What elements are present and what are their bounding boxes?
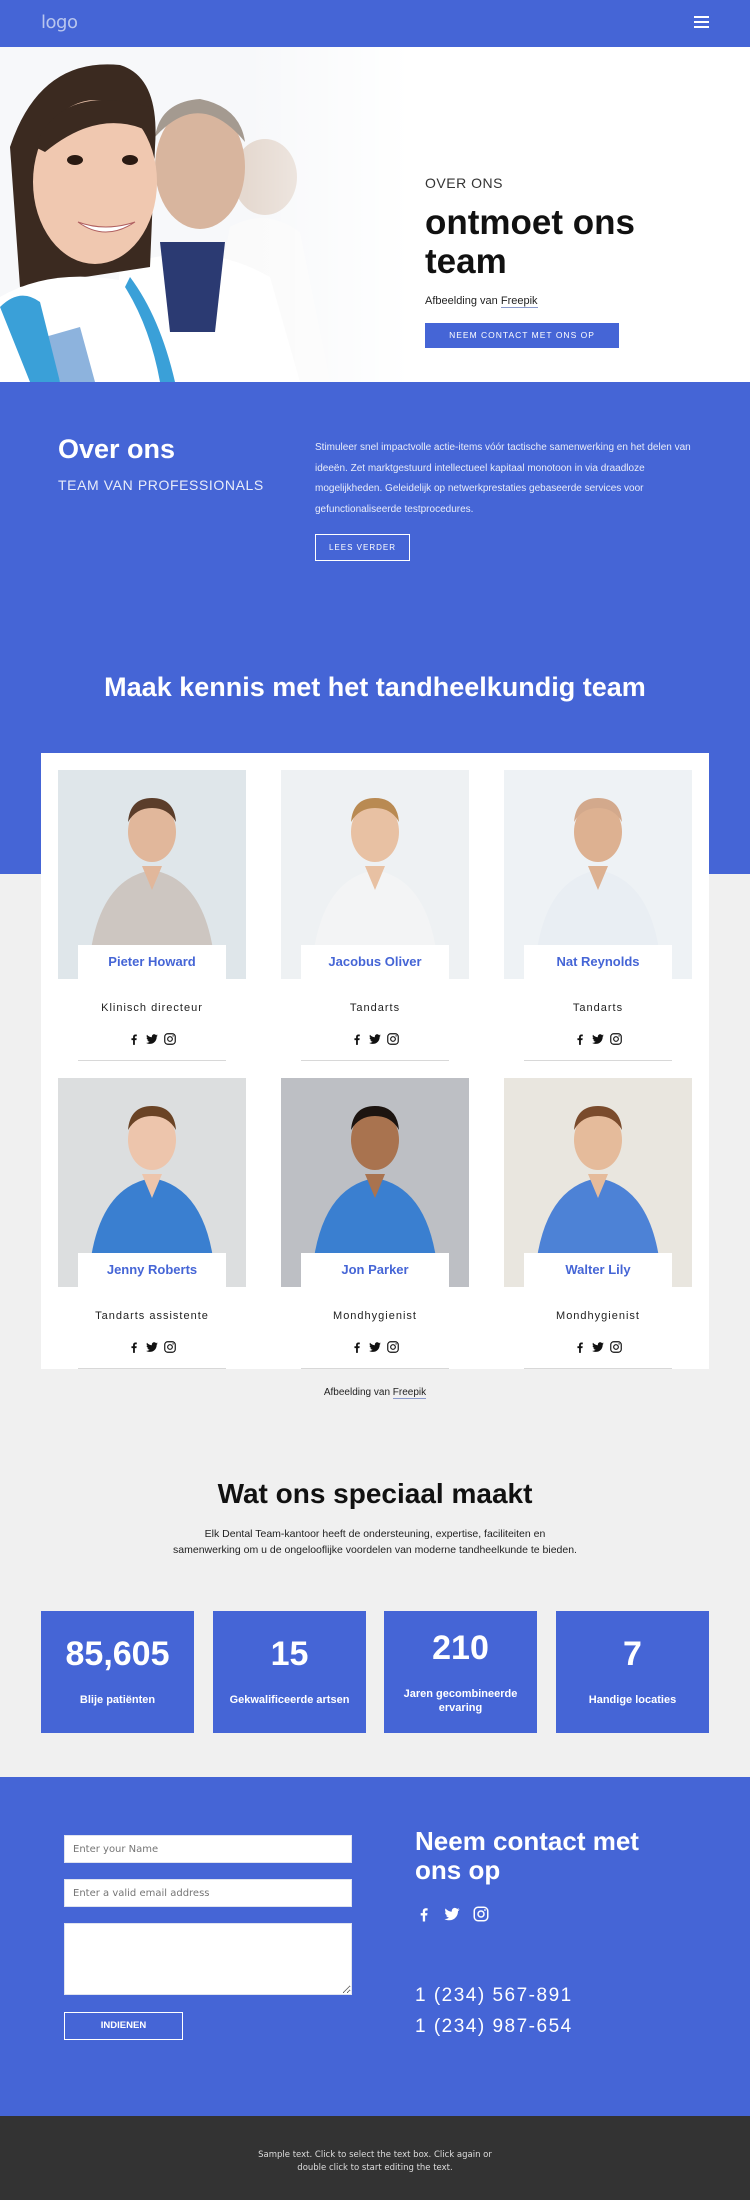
- email-input[interactable]: [64, 1879, 352, 1907]
- team-member-name: Jenny Roberts: [78, 1253, 226, 1287]
- team-image-credit: Afbeelding van Freepik: [0, 1387, 750, 1399]
- hero-title: ontmoet ons team: [425, 203, 635, 281]
- contact-us-button[interactable]: NEEM CONTACT MET ONS OP: [425, 323, 619, 348]
- instagram-icon[interactable]: [609, 1340, 623, 1354]
- hero-section: OVER ONS ontmoet ons team Afbeelding van…: [0, 47, 750, 382]
- team-member-name: Walter Lily: [524, 1253, 672, 1287]
- stat-value: 15: [270, 1635, 309, 1673]
- team-member-card: Nat Reynolds Tandarts: [504, 770, 692, 1061]
- twitter-icon[interactable]: [443, 1905, 461, 1923]
- name-input[interactable]: [64, 1835, 352, 1863]
- twitter-icon[interactable]: [145, 1032, 159, 1046]
- facebook-icon[interactable]: [573, 1340, 587, 1354]
- instagram-icon[interactable]: [609, 1032, 623, 1046]
- team-member-social-links: [58, 1030, 246, 1048]
- team-member-name: Jacobus Oliver: [301, 945, 449, 979]
- facebook-icon[interactable]: [350, 1340, 364, 1354]
- stat-card: 210 Jaren gecombineerde ervaring: [384, 1611, 537, 1733]
- stat-card: 85,605 Blije patiënten: [41, 1611, 194, 1733]
- team-member-social-links: [58, 1338, 246, 1356]
- team-member-social-links: [281, 1030, 469, 1048]
- twitter-icon[interactable]: [591, 1340, 605, 1354]
- team-member-card: Jenny Roberts Tandarts assistente: [58, 1078, 246, 1369]
- stat-value: 210: [432, 1629, 489, 1667]
- contact-form: INDIENEN: [40, 1777, 370, 2116]
- footer: Sample text. Click to select the text bo…: [0, 2116, 750, 2200]
- freepik-link[interactable]: Freepik: [500, 295, 538, 308]
- about-text: Stimuleer snel impactvolle actie-items v…: [315, 442, 691, 515]
- stat-label: Handige locaties: [588, 1694, 677, 1706]
- footer-text: Sample text. Click to select the text bo…: [258, 2150, 492, 2173]
- twitter-icon[interactable]: [591, 1032, 605, 1046]
- team-member-card: Jacobus Oliver Tandarts: [281, 770, 469, 1061]
- team-member-card: Pieter Howard Klinisch directeur: [58, 770, 246, 1061]
- special-text: Elk Dental Team-kantoor heeft de onderst…: [173, 1528, 577, 1556]
- stat-label: Gekwalificeerde artsen: [229, 1694, 350, 1706]
- contact-social-links: [415, 1905, 496, 1923]
- submit-button[interactable]: INDIENEN: [64, 2012, 183, 2040]
- team-member-card: Jon Parker Mondhygienist: [281, 1078, 469, 1369]
- team-member-social-links: [504, 1030, 692, 1048]
- facebook-icon[interactable]: [350, 1032, 364, 1046]
- team-heading: Maak kennis met het tandheelkundig team: [104, 672, 646, 702]
- facebook-icon[interactable]: [127, 1340, 141, 1354]
- twitter-icon[interactable]: [368, 1340, 382, 1354]
- hamburger-menu-icon[interactable]: [694, 16, 709, 30]
- contact-title: Neem contact met ons op: [415, 1826, 639, 1885]
- team-member-name: Pieter Howard: [78, 945, 226, 979]
- divider: [78, 1060, 226, 1061]
- facebook-icon[interactable]: [573, 1032, 587, 1046]
- team-member-role: Mondhygienist: [333, 1310, 417, 1322]
- divider: [301, 1368, 449, 1369]
- about-title: Over ons: [58, 434, 176, 464]
- logo[interactable]: logo: [41, 12, 78, 33]
- facebook-icon[interactable]: [127, 1032, 141, 1046]
- divider: [78, 1368, 226, 1369]
- team-member-role: Tandarts: [349, 1002, 401, 1014]
- hero-eyebrow: OVER ONS: [425, 175, 503, 191]
- stat-card: 7 Handige locaties: [556, 1611, 709, 1733]
- instagram-icon[interactable]: [163, 1340, 177, 1354]
- team-member-role: Tandarts: [572, 1002, 624, 1014]
- divider: [301, 1060, 449, 1061]
- credit-prefix: Afbeelding van: [425, 295, 501, 307]
- divider: [524, 1368, 672, 1369]
- hero-image-credit: Afbeelding van Freepik: [425, 295, 538, 308]
- credit-prefix: Afbeelding van: [323, 1387, 393, 1398]
- stat-label: Blije patiënten: [79, 1694, 156, 1706]
- phone-number[interactable]: 1 (234) 987-654: [415, 2016, 573, 2038]
- team-member-role: Tandarts assistente: [95, 1310, 209, 1322]
- team-member-social-links: [281, 1338, 469, 1356]
- message-textarea[interactable]: [64, 1923, 352, 1995]
- stat-value: 85,605: [65, 1635, 170, 1673]
- team-member-role: Mondhygienist: [556, 1310, 640, 1322]
- about-subtitle: TEAM VAN PROFESSIONALS: [58, 477, 264, 493]
- stat-card: 15 Gekwalificeerde artsen: [213, 1611, 366, 1733]
- contact-section: INDIENEN Neem contact met ons op 1 (234)…: [0, 1777, 750, 2116]
- instagram-icon[interactable]: [472, 1905, 490, 1923]
- team-member-name: Jon Parker: [301, 1253, 449, 1287]
- team-member-social-links: [504, 1338, 692, 1356]
- team-member-name: Nat Reynolds: [524, 945, 672, 979]
- stat-label: Jaren gecombineerde ervaring: [403, 1688, 518, 1714]
- team-grid: Pieter Howard Klinisch directeur Jacobus O…: [41, 753, 709, 1369]
- instagram-icon[interactable]: [386, 1032, 400, 1046]
- twitter-icon[interactable]: [368, 1032, 382, 1046]
- stat-value: 7: [623, 1635, 642, 1673]
- divider: [524, 1060, 672, 1061]
- read-more-button[interactable]: LEES VERDER: [315, 534, 410, 561]
- team-member-card: Walter Lily Mondhygienist: [504, 1078, 692, 1369]
- instagram-icon[interactable]: [163, 1032, 177, 1046]
- phone-number[interactable]: 1 (234) 567-891: [415, 1985, 573, 2007]
- facebook-icon[interactable]: [415, 1905, 433, 1923]
- instagram-icon[interactable]: [386, 1340, 400, 1354]
- site-header: logo: [0, 0, 750, 47]
- team-member-role: Klinisch directeur: [101, 1002, 203, 1014]
- twitter-icon[interactable]: [145, 1340, 159, 1354]
- hero-team-photo: [0, 47, 410, 382]
- special-title: Wat ons speciaal maakt: [217, 1478, 533, 1509]
- freepik-link[interactable]: Freepik: [392, 1387, 427, 1399]
